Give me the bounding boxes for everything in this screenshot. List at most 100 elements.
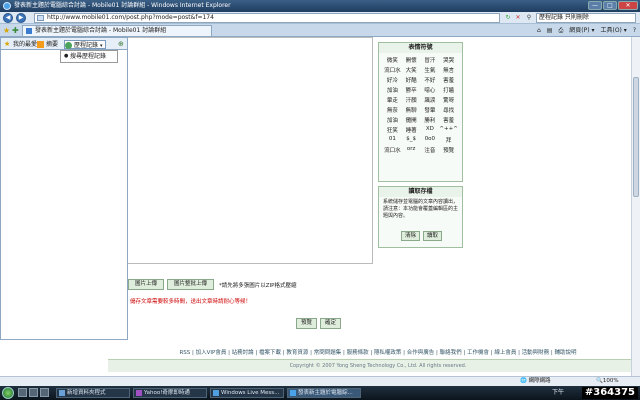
quicklaunch-desktop-icon[interactable] bbox=[18, 388, 27, 397]
pin-icon[interactable]: ⊕ bbox=[118, 40, 124, 48]
tab-history[interactable]: 歷程記錄 ▾ bbox=[64, 40, 107, 49]
emoticon-item[interactable]: 鬱卒 bbox=[402, 86, 421, 94]
feeds-icon[interactable]: ▤ bbox=[547, 26, 553, 35]
emoticon-item[interactable]: 大笑 bbox=[402, 66, 421, 74]
emoticons-title: 表情符號 bbox=[379, 43, 462, 53]
emoticon-item[interactable]: 汗顏 bbox=[402, 96, 421, 104]
taskbar-item[interactable]: Yahoo!奇摩即時通 bbox=[133, 388, 207, 398]
emoticon-item[interactable]: ^++^ bbox=[439, 126, 458, 134]
emoticon-item[interactable]: 流口水 bbox=[383, 66, 402, 74]
history-icon bbox=[65, 42, 72, 49]
refresh-icon[interactable]: ↻ bbox=[504, 14, 512, 22]
tab-favorites-label: 我的最愛 bbox=[13, 41, 38, 48]
load-button[interactable]: 讀取 bbox=[423, 231, 443, 241]
emoticon-item[interactable]: 驚呀 bbox=[439, 96, 458, 104]
quicklaunch-media-icon[interactable] bbox=[40, 388, 49, 397]
emoticon-item[interactable]: 哭哭 bbox=[439, 56, 458, 64]
emoticon-item[interactable]: 飆淚 bbox=[421, 96, 440, 104]
emoticon-item[interactable]: 好酷 bbox=[402, 76, 421, 84]
emoticon-item[interactable]: 拜 bbox=[439, 136, 458, 144]
emoticon-item[interactable]: 狂笑 bbox=[383, 126, 402, 134]
window-title: 發表新主題於電腦綜合討論 - Mobile01 討論群組 - Windows I… bbox=[14, 2, 231, 9]
emoticon-item[interactable]: 勝利 bbox=[421, 116, 440, 124]
tools-menu-button[interactable]: 工具(O) ▾ bbox=[600, 26, 626, 35]
stop-icon[interactable]: ✕ bbox=[514, 14, 522, 22]
taskbar-item-label: Yahoo!奇摩即時通 bbox=[144, 390, 190, 396]
emoticon-item[interactable]: 無奈 bbox=[383, 106, 402, 114]
emoticon-item[interactable]: 無聊 bbox=[402, 106, 421, 114]
emoticon-item[interactable]: 尋找 bbox=[439, 106, 458, 114]
taskbar-item[interactable]: Windows Live Mess... bbox=[210, 388, 284, 398]
maximize-button[interactable]: □ bbox=[603, 1, 617, 10]
scrollbar-thumb[interactable] bbox=[633, 77, 639, 197]
print-icon[interactable]: ⎙ bbox=[558, 26, 563, 35]
emoticon-item[interactable]: 好冷 bbox=[383, 76, 402, 84]
emoticon-item[interactable]: 01 bbox=[383, 136, 402, 144]
home-icon[interactable]: ⌂ bbox=[537, 26, 541, 35]
emoticon-item[interactable]: 加油 bbox=[383, 86, 402, 94]
emoticon-item[interactable]: 冒汗 bbox=[421, 56, 440, 64]
emoticon-item[interactable]: 打瞌 bbox=[439, 86, 458, 94]
watermark: #364375 bbox=[581, 387, 638, 399]
emoticon-item[interactable]: 微笑 bbox=[383, 56, 402, 64]
tab-favorites[interactable]: ★ 我的最愛 bbox=[4, 40, 37, 49]
emoticon-item[interactable]: 0o0 bbox=[421, 136, 440, 144]
image-upload-button[interactable]: 圖片上傳 bbox=[128, 279, 165, 290]
emoticon-item[interactable]: 流口水 bbox=[383, 146, 402, 154]
url-input[interactable]: http://www.mobile01.com/post.php?mode=po… bbox=[34, 13, 500, 23]
emoticon-item[interactable]: 注音 bbox=[421, 146, 440, 154]
clear-button[interactable]: 清除 bbox=[401, 231, 421, 241]
back-button[interactable]: ◀ bbox=[3, 13, 13, 23]
emoticon-item[interactable]: 攤開 bbox=[402, 116, 421, 124]
emoticon-item[interactable]: 開懷 bbox=[402, 56, 421, 64]
emoticon-item[interactable]: 害羞 bbox=[439, 76, 458, 84]
url-text: http://www.mobile01.com/post.php?mode=po… bbox=[47, 14, 214, 21]
emoticon-item[interactable]: 噁心 bbox=[421, 86, 440, 94]
tab-feeds[interactable]: 摘要 bbox=[37, 40, 58, 49]
favorites-star-icon[interactable]: ★ bbox=[3, 26, 10, 35]
emoticons-grid: 微笑 開懷 冒汗 哭哭 流口水 大笑 生氣 無言 好冷 好酷 不好 害羞 加油 鬱卒 噁心 打瞌 暈走 汗顏 飆淚驚… bbox=[379, 53, 462, 157]
add-favorite-icon[interactable]: ✚ bbox=[12, 26, 19, 35]
emoticon-item[interactable]: 害羞 bbox=[439, 116, 458, 124]
minimize-button[interactable]: — bbox=[588, 1, 602, 10]
emoticon-item[interactable]: 不好 bbox=[421, 76, 440, 84]
upload-hint: *請先將多張圖片以ZIP格式壓縮 bbox=[219, 282, 297, 289]
favorites-tabs: ★ 我的最愛 摘要 歷程記錄 ▾ ⊕ bbox=[1, 38, 127, 50]
browser-tab[interactable]: 發表新主題於電腦綜合討論 - Mobile01 討論群組 bbox=[22, 25, 212, 36]
emoticon-item[interactable]: 睡著 bbox=[402, 126, 421, 134]
zoom-level[interactable]: 🔍100% bbox=[596, 377, 619, 386]
emoticon-item[interactable]: orz bbox=[402, 146, 421, 154]
drafts-panel: 讀取存檔 系統儲存並電腦的文章內容讀出，請注意：本功能會覆蓋編輯區的主題與內容。… bbox=[378, 186, 463, 248]
batch-upload-button[interactable]: 圖片整批上傳 bbox=[167, 279, 215, 290]
search-input[interactable]: 歷程記錄 只則刪除 bbox=[536, 13, 636, 23]
emoticon-item[interactable]: 無言 bbox=[439, 66, 458, 74]
vertical-scrollbar[interactable] bbox=[631, 37, 640, 376]
taskbar-item[interactable]: 發表新主題於電腦綜... bbox=[287, 388, 361, 398]
emoticon-item[interactable]: 暈走 bbox=[383, 96, 402, 104]
clock[interactable]: 下午 bbox=[552, 389, 564, 396]
close-button[interactable]: ✕ bbox=[618, 1, 638, 10]
start-button[interactable] bbox=[2, 387, 14, 399]
page-menu-button[interactable]: 網頁(P) ▾ bbox=[569, 26, 594, 35]
emoticon-item[interactable]: 加油 bbox=[383, 116, 402, 124]
drafts-title: 讀取存檔 bbox=[379, 187, 462, 197]
quicklaunch-ie-icon[interactable] bbox=[29, 388, 38, 397]
post-editor-textarea[interactable] bbox=[128, 37, 373, 264]
emoticon-item[interactable]: 發暈 bbox=[421, 106, 440, 114]
security-zone: 🌐 網際網路 bbox=[520, 378, 551, 384]
zone-label: 網際網路 bbox=[528, 378, 551, 384]
emoticon-item[interactable]: 預覽 bbox=[439, 146, 458, 154]
taskbar-item[interactable]: 新增資料夾程式 bbox=[56, 388, 130, 398]
footer-links[interactable]: RSS | 加入VIP會員 | 站務討論 | 檔案下載 | 教育資源 | 常問問… bbox=[108, 348, 640, 356]
forward-button[interactable]: ▶ bbox=[16, 13, 26, 23]
emoticon-item[interactable]: 生氣 bbox=[421, 66, 440, 74]
preview-button[interactable]: 預覽 bbox=[296, 318, 318, 329]
search-history-menu-item[interactable]: 搜尋歷程記錄 bbox=[60, 50, 118, 63]
help-icon[interactable]: ? bbox=[633, 26, 636, 35]
upload-row: 圖片上傳 圖片整批上傳 *請先將多張圖片以ZIP格式壓縮 bbox=[128, 279, 297, 290]
search-provider-icon[interactable]: ⚲ bbox=[525, 14, 533, 22]
emoticon-item[interactable]: $_$ bbox=[402, 136, 421, 144]
confirm-button[interactable]: 確定 bbox=[320, 318, 342, 329]
taskbar: 新增資料夾程式 Yahoo!奇摩即時通 Windows Live Mess...… bbox=[0, 386, 640, 400]
emoticon-item[interactable]: XD bbox=[421, 126, 440, 134]
